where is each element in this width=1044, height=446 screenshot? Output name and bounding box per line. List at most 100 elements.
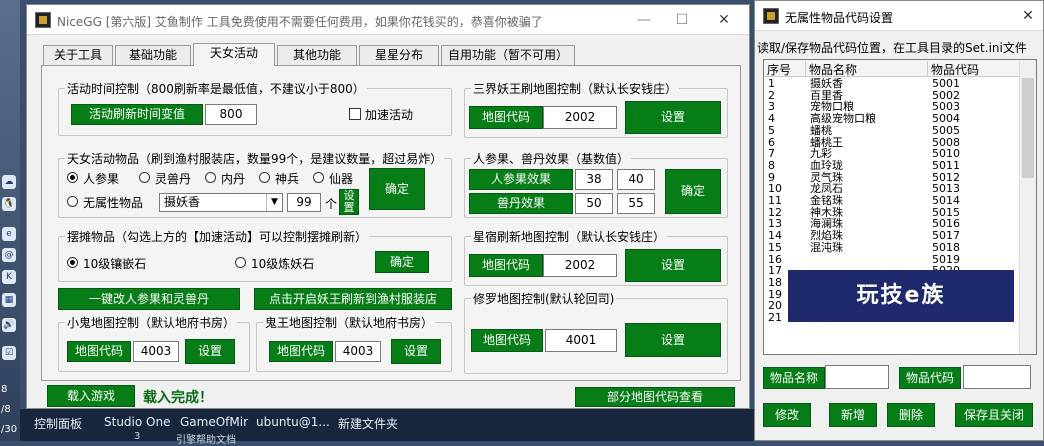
beast-pill-effect-max[interactable]: 55: [617, 193, 655, 214]
list-item[interactable]: 15 混沌珠 5018: [764, 242, 1020, 254]
task-control-panel[interactable]: 控制面板: [34, 415, 82, 432]
tab-stars[interactable]: 星星分布: [359, 45, 439, 65]
asura-map-code-input[interactable]: 4001: [545, 329, 617, 352]
list-item[interactable]: 5 蟠桃 5005: [764, 125, 1020, 137]
header-item-name[interactable]: 物品名称: [806, 61, 928, 77]
one-click-ginseng-button[interactable]: 一键改人参果和灵兽丹: [58, 288, 240, 310]
list-item[interactable]: 16 5019: [764, 253, 1020, 266]
view-map-codes-button[interactable]: 部分地图代码查看: [575, 387, 735, 407]
list-item[interactable]: 9 灵气珠 5012: [764, 171, 1020, 184]
ghost-map-set-button[interactable]: 设置: [185, 339, 235, 364]
radio-immortal-label: 仙器: [329, 172, 354, 186]
list-item[interactable]: 3 宠物口粮 5003: [764, 101, 1020, 113]
refresh-time-input[interactable]: 800: [205, 104, 257, 125]
tab-personal[interactable]: 自用功能（暂不可用）: [441, 45, 575, 65]
load-status-text: 载入完成！: [143, 390, 213, 406]
app-k-icon[interactable]: K: [2, 270, 16, 284]
minimize-button[interactable]: —: [629, 9, 659, 31]
ghost-king-map-code-label: 地图代码: [269, 341, 333, 362]
task-gameofmir[interactable]: GameOfMir: [180, 415, 248, 429]
task-ubuntu[interactable]: ubuntu@1...: [256, 415, 330, 429]
scroll-thumb[interactable]: [1022, 78, 1034, 178]
list-item[interactable]: 12 神木珠 5015: [764, 206, 1020, 219]
task-engine-doc[interactable]: 引擎帮助文档: [176, 431, 236, 446]
item-select[interactable]: 摄妖香 ▼: [159, 193, 283, 212]
list-item[interactable]: 1 摄妖香 5001: [764, 78, 1020, 90]
beast-pill-effect-min[interactable]: 50: [575, 193, 613, 214]
chevron-down-icon[interactable]: ▼: [266, 194, 282, 211]
modify-button[interactable]: 修改: [763, 403, 811, 427]
header-item-code[interactable]: 物品代码: [928, 61, 1020, 77]
ghost-map-code-label: 地图代码: [67, 341, 131, 362]
mail-icon[interactable]: @: [2, 248, 16, 262]
item-name-input[interactable]: [825, 365, 889, 389]
radio-refine-stone[interactable]: [235, 257, 246, 268]
radio-spirit-pill[interactable]: [139, 172, 150, 183]
main-title-bar[interactable]: NiceGG [第六版] 艾鱼制作 工具免费使用不需要任何费用，如果你花钱买的，…: [27, 5, 749, 35]
add-button[interactable]: 新增: [829, 403, 877, 427]
list-scrollbar[interactable]: [1019, 60, 1036, 354]
list-item[interactable]: 11 金铭珠 5014: [764, 195, 1020, 207]
ghost-king-map-set-button[interactable]: 设置: [391, 339, 441, 364]
header-index[interactable]: 序号: [764, 61, 806, 77]
side-close-button[interactable]: ✕: [1013, 5, 1043, 27]
tab-fairy-event[interactable]: 天女活动: [193, 43, 275, 66]
cloud-icon[interactable]: ☁: [2, 175, 16, 189]
star-map-code-input[interactable]: 2002: [543, 254, 617, 277]
radio-no-attr[interactable]: [67, 196, 78, 207]
item-qty-input[interactable]: 99: [287, 193, 321, 212]
stall-items-label: 摆摊物品（勾选上方的【加速活动】可以控制摆摊刷新）: [65, 228, 370, 245]
taskbar: 控制面板 Studio One 3 GameOfMir 引擎帮助文档 ubunt…: [20, 409, 755, 446]
radio-inlay-stone[interactable]: [67, 257, 78, 268]
list-item[interactable]: 8 血玲珑 5011: [764, 160, 1020, 172]
browser-icon[interactable]: e: [2, 227, 16, 241]
stall-confirm-button[interactable]: 确定: [375, 251, 429, 273]
close-button[interactable]: ✕: [709, 9, 739, 31]
maximize-button[interactable]: ☐: [667, 9, 697, 31]
radio-ginseng[interactable]: [67, 172, 78, 183]
task-studio-one-count: 3: [134, 431, 141, 442]
demon-king-map-set-button[interactable]: 设置: [625, 101, 721, 134]
list-item[interactable]: 14 烈焰珠 5017: [764, 230, 1020, 242]
list-item[interactable]: 7 九彩 5010: [764, 148, 1020, 160]
ghost-king-map-code-input[interactable]: 4003: [335, 341, 381, 362]
task-new-folder[interactable]: 新建文件夹: [338, 415, 398, 432]
item-set-button[interactable]: 设置: [339, 189, 359, 215]
enable-demon-refresh-button[interactable]: 点击开启妖王刷新到渔村服装店: [254, 288, 452, 310]
penguin-icon[interactable]: 🐧: [2, 197, 16, 211]
fairy-items-confirm-button[interactable]: 确定: [369, 168, 425, 210]
radio-immortal[interactable]: [313, 172, 324, 183]
ghost-map-code-input[interactable]: 4003: [133, 341, 179, 362]
tab-about[interactable]: 关于工具: [43, 45, 113, 65]
list-item[interactable]: 2 百里香 5002: [764, 89, 1020, 102]
demon-king-map-code-input[interactable]: 2002: [543, 106, 617, 129]
list-item[interactable]: 10 龙凤石 5013: [764, 183, 1020, 195]
delete-button[interactable]: 删除: [887, 403, 935, 427]
list-item[interactable]: 13 海澜珠 5016: [764, 218, 1020, 230]
task-studio-one[interactable]: Studio One: [104, 415, 170, 429]
ginseng-effect-min[interactable]: 38: [575, 169, 613, 190]
side-title-bar[interactable]: 无属性物品代码设置 ✕: [755, 1, 1043, 31]
star-map-set-button[interactable]: 设置: [625, 249, 721, 282]
save-close-button[interactable]: 保存且关闭: [955, 403, 1033, 427]
check-icon[interactable]: ☑: [2, 346, 16, 360]
ginseng-effect-max[interactable]: 40: [617, 169, 655, 190]
radio-inner-pill[interactable]: [205, 172, 216, 183]
effect-confirm-button[interactable]: 确定: [665, 169, 721, 214]
accelerate-checkbox[interactable]: [349, 108, 361, 120]
list-item[interactable]: 6 蟠桃王 5008: [764, 136, 1020, 149]
tab-basic[interactable]: 基础功能: [115, 45, 191, 65]
app-logo-icon: [35, 12, 51, 28]
beast-pill-effect-label: 兽丹效果: [469, 193, 573, 214]
item-code-input[interactable]: [963, 365, 1031, 389]
main-window: NiceGG [第六版] 艾鱼制作 工具免费使用不需要任何费用，如果你花钱买的，…: [26, 4, 750, 409]
asura-map-set-button[interactable]: 设置: [625, 323, 721, 357]
radio-weapon[interactable]: [259, 172, 270, 183]
star-map-code-label: 地图代码: [469, 254, 543, 277]
speaker-icon[interactable]: 🔊: [2, 318, 16, 332]
refresh-time-button[interactable]: 活动刷新时间变值: [71, 104, 203, 125]
tab-other[interactable]: 其他功能: [277, 45, 357, 65]
grid-icon[interactable]: ▦: [2, 293, 16, 307]
load-game-button[interactable]: 载入游戏: [47, 385, 135, 407]
list-item[interactable]: 4 高级宠物口粮 5004: [764, 113, 1020, 125]
